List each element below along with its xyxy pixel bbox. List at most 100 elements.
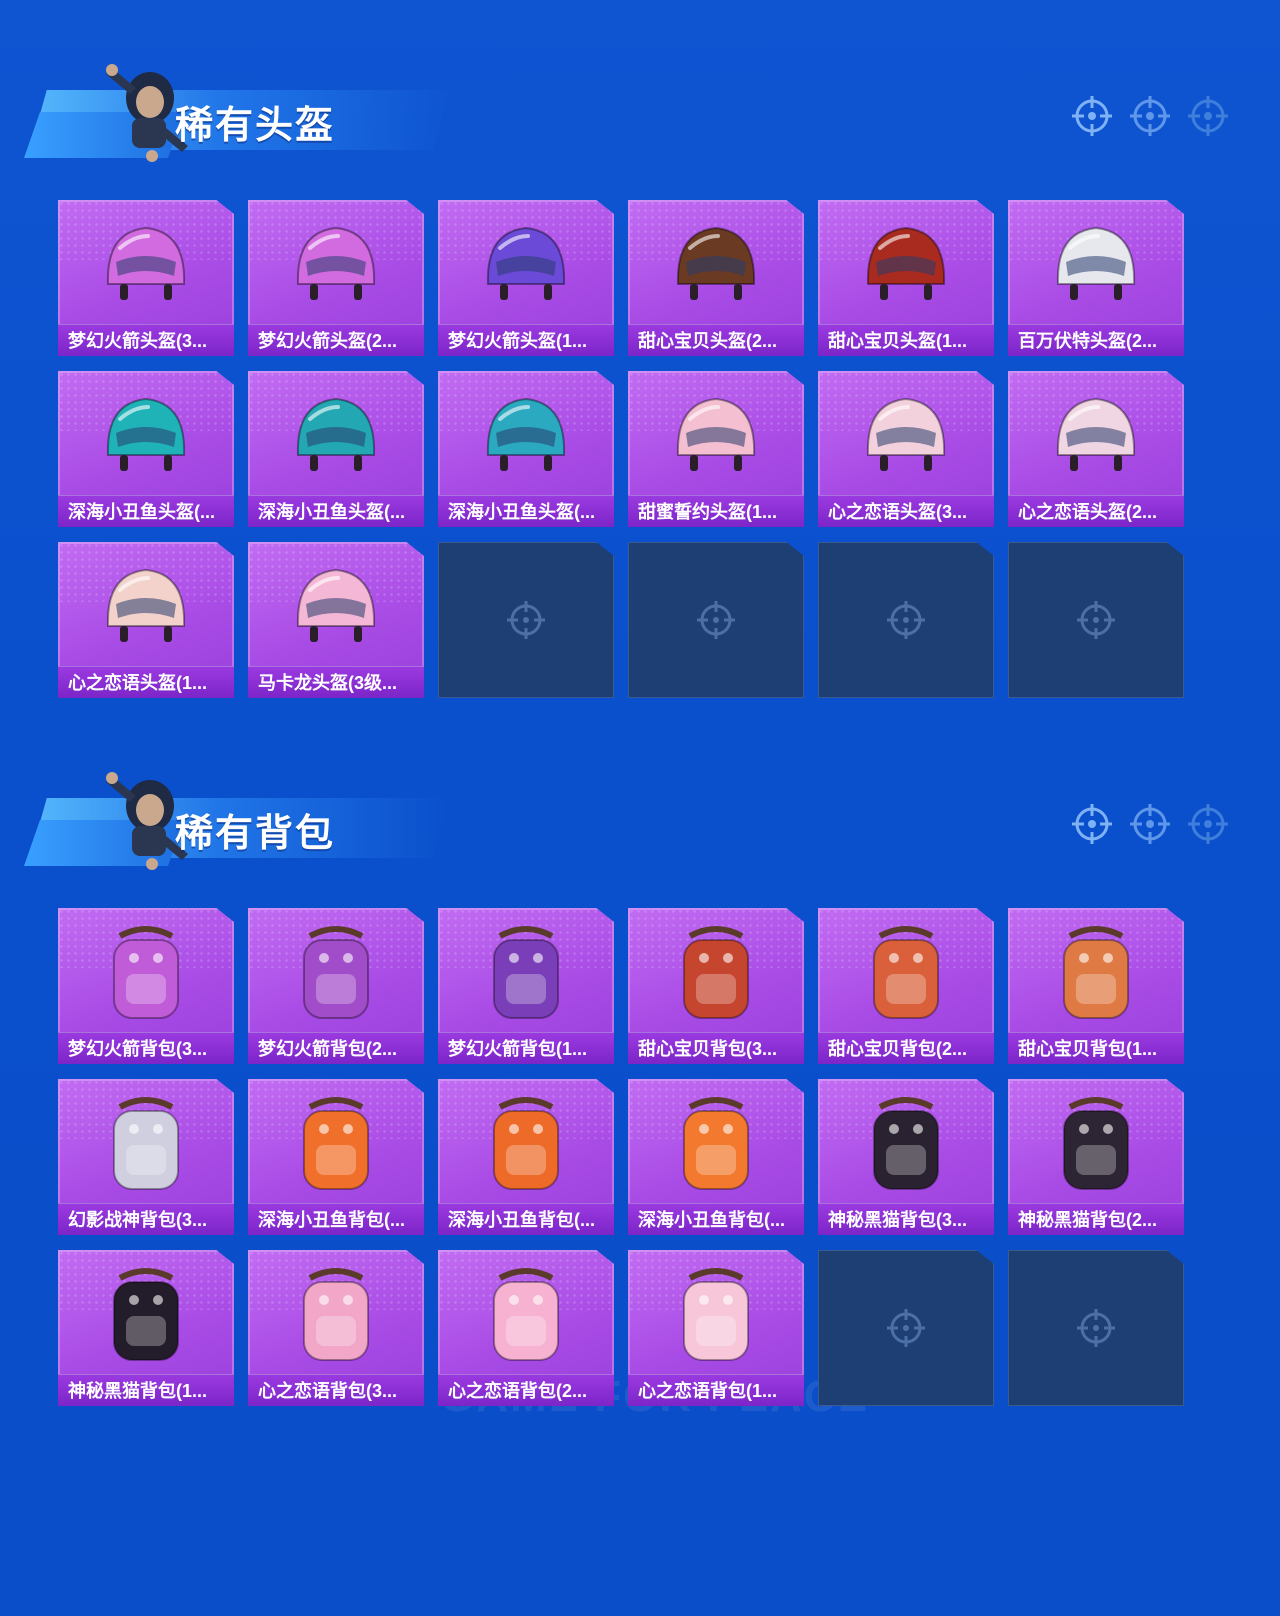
pink-rocket-helmet-icon — [106, 226, 186, 300]
empty-slot — [438, 542, 614, 698]
item-card[interactable]: 甜心宝贝背包(1... — [1008, 908, 1184, 1064]
item-card[interactable]: 甜心宝贝头盔(1... — [818, 200, 994, 356]
section-title: 稀有头盔 — [175, 105, 336, 147]
crosshair-decoration — [1070, 802, 1230, 846]
crosshair-icon — [887, 601, 925, 639]
clownfish-backpack-icon — [303, 1097, 369, 1190]
item-card[interactable]: 神秘黑猫背包(1... — [58, 1250, 234, 1406]
item-label: 梦幻火箭头盔(1... — [438, 324, 614, 356]
item-label: 梦幻火箭头盔(3... — [58, 324, 234, 356]
item-label: 马卡龙头盔(3级... — [248, 666, 424, 698]
empty-slot — [818, 1250, 994, 1406]
item-label: 甜心宝贝头盔(2... — [628, 324, 804, 356]
pink-shell-level3-helmet-icon — [866, 397, 946, 471]
item-label: 心之恋语头盔(2... — [1008, 495, 1184, 527]
white-cat-helmet-icon — [1056, 226, 1136, 300]
crosshair-icon — [887, 1309, 925, 1347]
crosshair-icon — [1072, 804, 1112, 844]
red-cherry-helmet-icon — [866, 226, 946, 300]
teal-level2-helmet-icon — [296, 397, 376, 471]
crosshair-icon — [1188, 96, 1228, 136]
crosshair-icon — [1077, 601, 1115, 639]
item-label: 心之恋语头盔(3... — [818, 495, 994, 527]
item-card[interactable]: 深海小丑鱼背包(... — [248, 1079, 424, 1235]
pink-shell-level2-helmet-icon — [1056, 397, 1136, 471]
item-label: 深海小丑鱼背包(... — [628, 1203, 804, 1235]
item-card[interactable]: 深海小丑鱼头盔(... — [248, 371, 424, 527]
crosshair-icon — [1188, 804, 1228, 844]
item-card[interactable]: 心之恋语背包(2... — [438, 1250, 614, 1406]
item-card[interactable]: 心之恋语头盔(3... — [818, 371, 994, 527]
item-label: 甜心宝贝背包(1... — [1008, 1032, 1184, 1064]
empty-slot — [818, 542, 994, 698]
crosshair-icon — [1130, 96, 1170, 136]
pink-fluffy-backpack-icon — [493, 1268, 559, 1361]
empty-slot — [1008, 1250, 1184, 1406]
item-label: 深海小丑鱼头盔(... — [58, 495, 234, 527]
item-card[interactable]: 梦幻火箭背包(3... — [58, 908, 234, 1064]
item-card[interactable]: 心之恋语背包(1... — [628, 1250, 804, 1406]
rocket-backpack-icon — [113, 926, 179, 1019]
black-cat-backpack-icon — [873, 1097, 939, 1190]
item-label: 神秘黑猫背包(2... — [1008, 1203, 1184, 1235]
cake-backpack-icon — [873, 926, 939, 1019]
item-card[interactable]: 深海小丑鱼头盔(... — [438, 371, 614, 527]
crosshair-icon — [1077, 1309, 1115, 1347]
cupcake-backpack-icon — [1063, 926, 1129, 1019]
item-label: 心之恋语背包(2... — [438, 1374, 614, 1406]
empty-slot — [1008, 542, 1184, 698]
item-card[interactable]: 甜心宝贝背包(3... — [628, 908, 804, 1064]
crosshair-decoration — [1070, 94, 1230, 138]
item-label: 幻影战神背包(3... — [58, 1203, 234, 1235]
clownfish-backpack-icon — [683, 1097, 749, 1190]
cream-open-helmet-icon — [106, 568, 186, 642]
item-card[interactable]: 梦幻火箭背包(1... — [438, 908, 614, 1064]
item-card[interactable]: 甜蜜誓约头盔(1... — [628, 371, 804, 527]
crosshair-icon — [1130, 804, 1170, 844]
section-title: 稀有背包 — [175, 813, 336, 855]
black-cat-backpack-icon — [113, 1268, 179, 1361]
item-card[interactable]: 心之恋语头盔(1... — [58, 542, 234, 698]
item-label: 深海小丑鱼头盔(... — [438, 495, 614, 527]
item-label: 深海小丑鱼背包(... — [248, 1203, 424, 1235]
item-card[interactable]: 神秘黑猫背包(2... — [1008, 1079, 1184, 1235]
item-card[interactable]: 心之恋语背包(3... — [248, 1250, 424, 1406]
crosshair-icon — [507, 601, 545, 639]
item-card[interactable]: 神秘黑猫背包(3... — [818, 1079, 994, 1235]
item-label: 梦幻火箭背包(2... — [248, 1032, 424, 1064]
item-card[interactable]: 梦幻火箭头盔(3... — [58, 200, 234, 356]
item-label: 深海小丑鱼背包(... — [438, 1203, 614, 1235]
chocolate-cake-helmet-icon — [676, 226, 756, 300]
item-card[interactable]: 深海小丑鱼背包(... — [628, 1079, 804, 1235]
item-card[interactable]: 甜心宝贝背包(2... — [818, 908, 994, 1064]
item-card[interactable]: 心之恋语头盔(2... — [1008, 371, 1184, 527]
item-card[interactable]: 马卡龙头盔(3级... — [248, 542, 424, 698]
pink-open-helmet-icon — [676, 397, 756, 471]
item-card[interactable]: 百万伏特头盔(2... — [1008, 200, 1184, 356]
item-label: 梦幻火箭头盔(2... — [248, 324, 424, 356]
star-backpack-icon — [303, 1268, 369, 1361]
item-card[interactable]: 甜心宝贝头盔(2... — [628, 200, 804, 356]
item-label: 甜心宝贝背包(3... — [628, 1032, 804, 1064]
teal-level3-helmet-icon — [106, 397, 186, 471]
item-label: 心之恋语背包(1... — [628, 1374, 804, 1406]
item-card[interactable]: 深海小丑鱼头盔(... — [58, 371, 234, 527]
item-card[interactable]: 梦幻火箭头盔(1... — [438, 200, 614, 356]
teal-open-helmet-icon — [486, 397, 566, 471]
macaron-helmet-icon — [296, 568, 376, 642]
item-card[interactable]: 幻影战神背包(3... — [58, 1079, 234, 1235]
clownfish-backpack-icon — [493, 1097, 559, 1190]
item-label: 心之恋语头盔(1... — [58, 666, 234, 698]
crosshair-icon — [697, 601, 735, 639]
item-card[interactable]: 梦幻火箭头盔(2... — [248, 200, 424, 356]
rocket-backpack-icon — [493, 926, 559, 1019]
item-label: 心之恋语背包(3... — [248, 1374, 424, 1406]
item-card[interactable]: 深海小丑鱼背包(... — [438, 1079, 614, 1235]
section-banner: 稀有头盔 — [24, 64, 450, 164]
black-cat-backpack-icon — [1063, 1097, 1129, 1190]
item-label: 神秘黑猫背包(1... — [58, 1374, 234, 1406]
item-label: 梦幻火箭背包(1... — [438, 1032, 614, 1064]
item-card[interactable]: 梦幻火箭背包(2... — [248, 908, 424, 1064]
phantom-backpack-icon — [113, 1097, 179, 1190]
item-label: 甜心宝贝头盔(1... — [818, 324, 994, 356]
